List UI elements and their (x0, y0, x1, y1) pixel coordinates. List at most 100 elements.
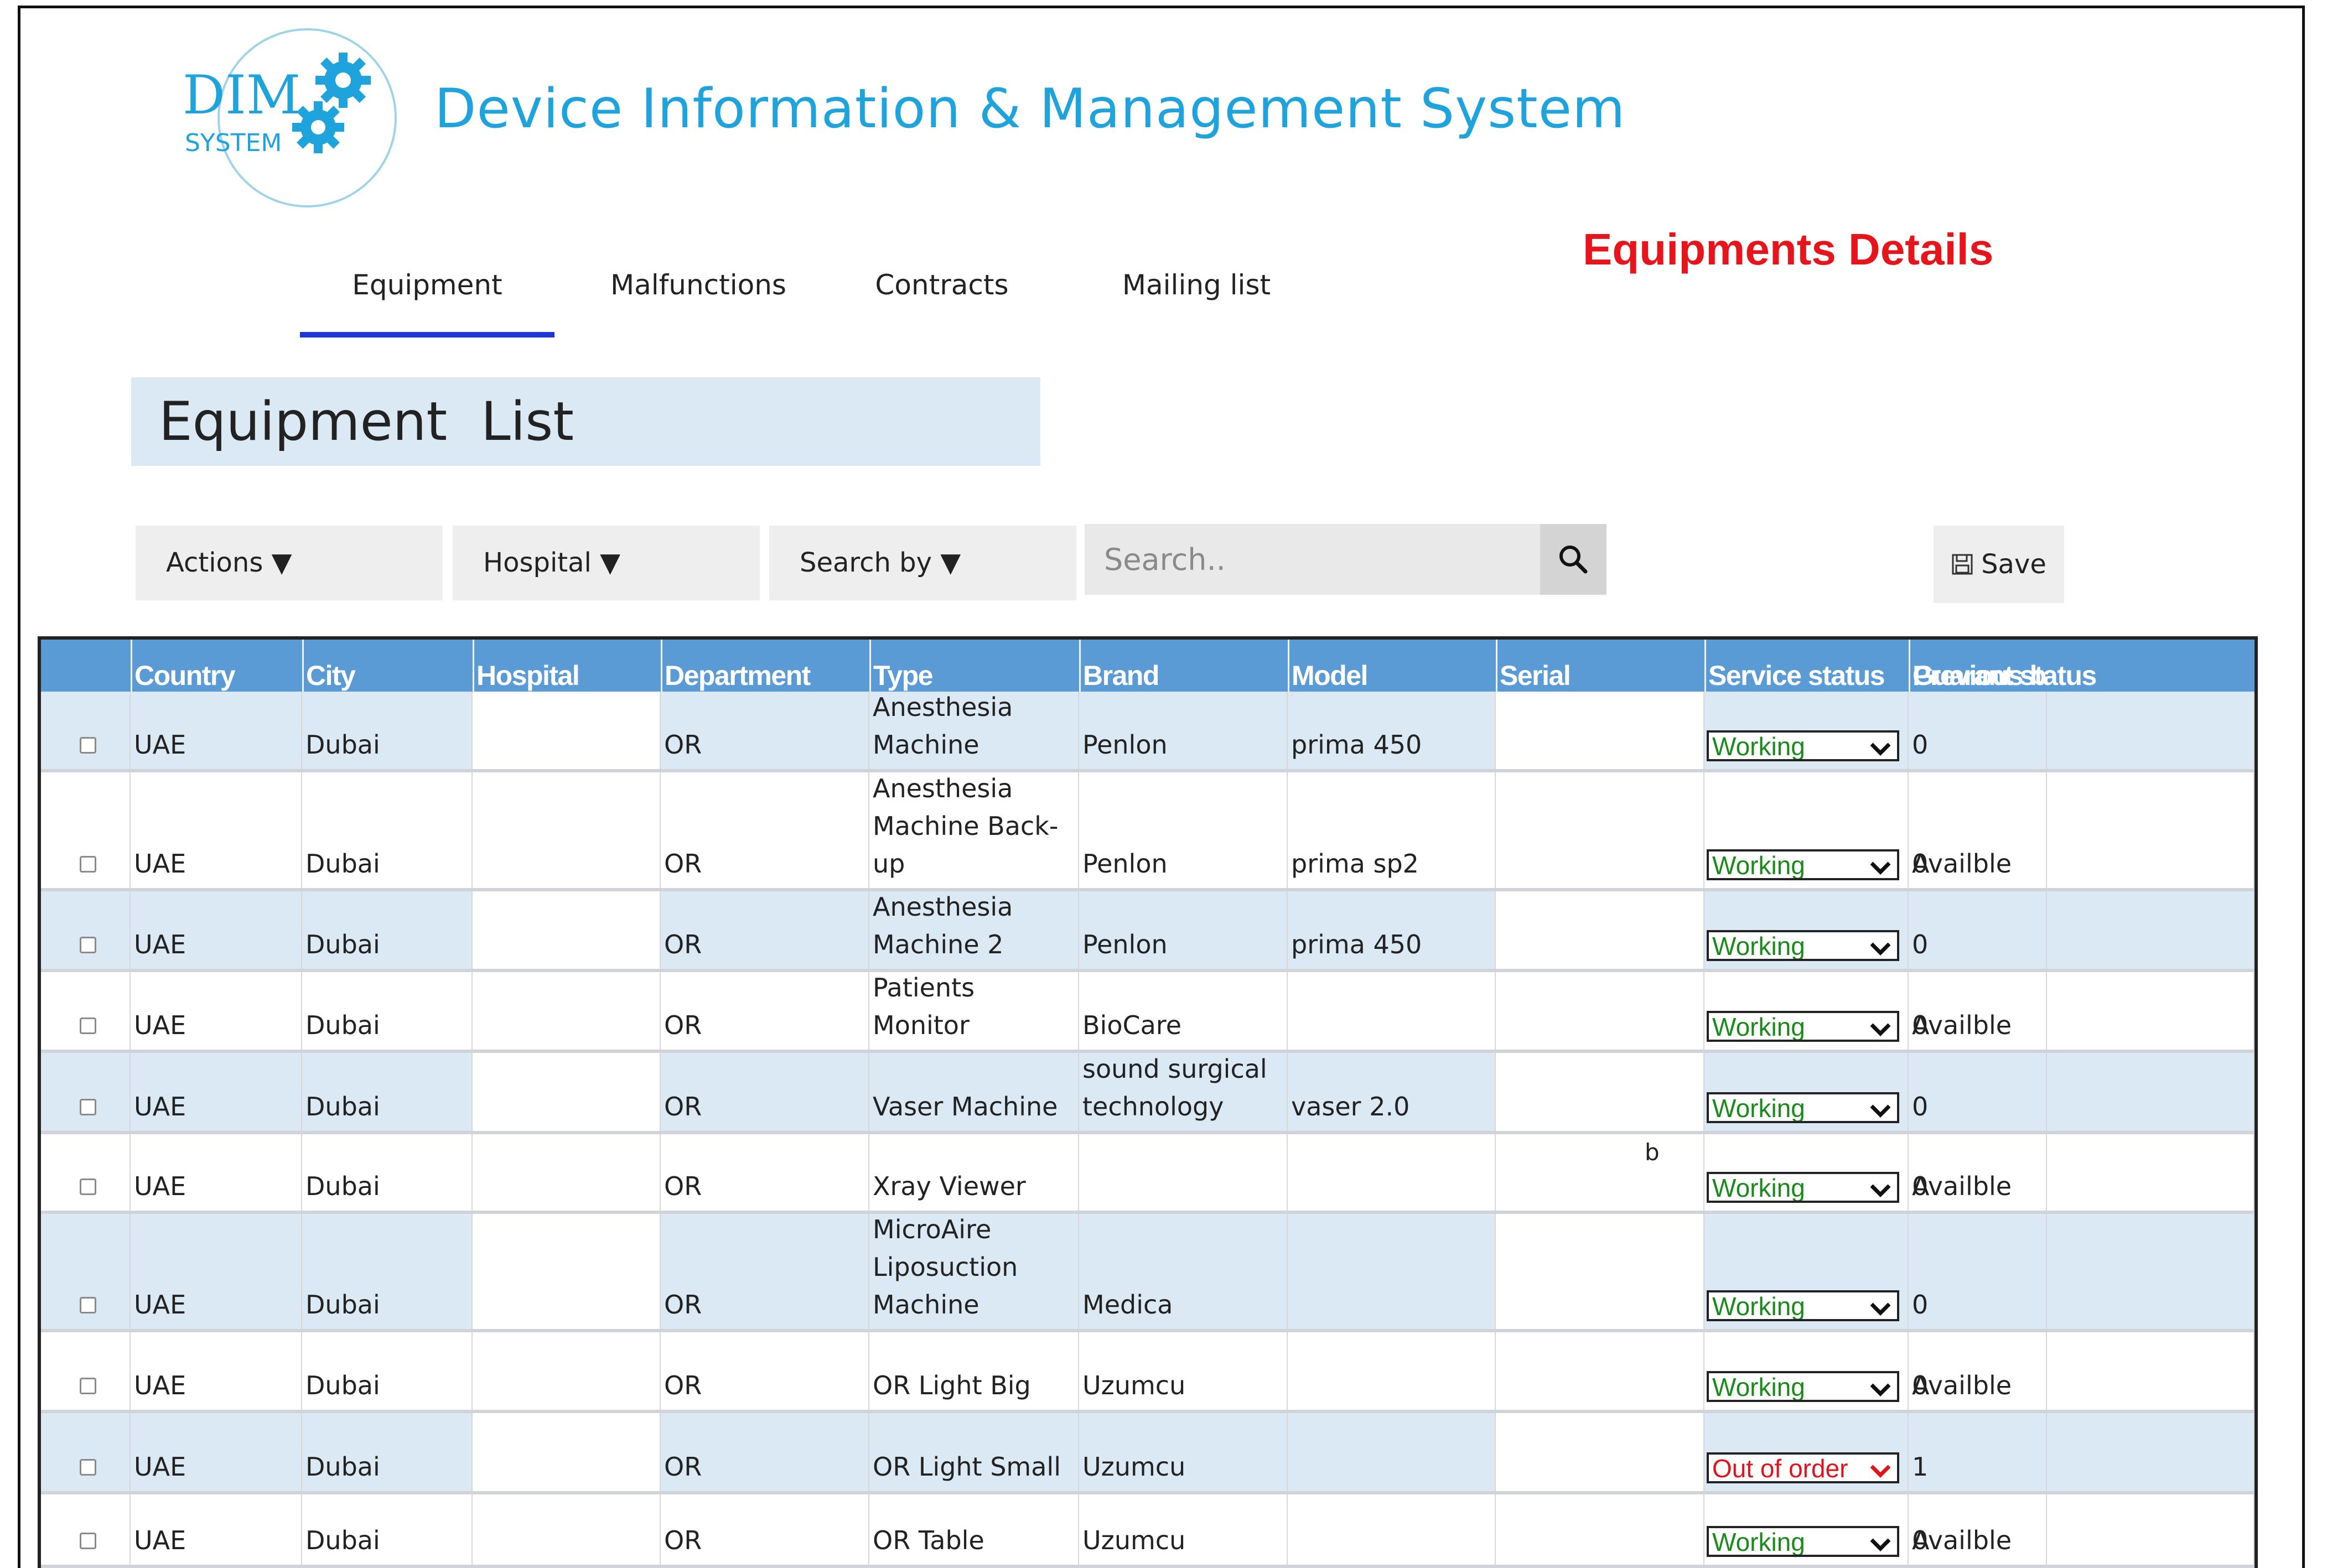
cell-hospital (473, 1332, 661, 1410)
row-checkbox[interactable] (80, 1099, 96, 1115)
select-cell (41, 972, 131, 1050)
cell-brand: BioCare (1079, 972, 1288, 1050)
equipment-table: Country City Hospital Department Type Brand Mo… (38, 636, 2258, 1568)
table-row[interactable]: UAE Dubai OR Patients Monitor BioCare Working… (41, 972, 2255, 1053)
cell-type: MicroAire Liposuction Machine (869, 1214, 1079, 1329)
table-row[interactable]: UAE Dubai OR OR Table Uzumcu Working Availble 0 (41, 1494, 2255, 1568)
service-status-select[interactable]: Working (1707, 1172, 1899, 1203)
cell-model: prima 450 (1288, 891, 1496, 969)
dim-system-logo: DIM SYSTEM (183, 25, 398, 211)
column-header-department[interactable]: Department (661, 640, 869, 692)
save-button[interactable]: Save (1934, 526, 2064, 603)
service-status-select[interactable]: Working (1707, 1092, 1899, 1123)
cell-department: OR (661, 772, 869, 888)
table-row[interactable]: UAE Dubai OR OR Light Small Uzumcu Out of ord… (41, 1413, 2255, 1494)
column-header-model[interactable]: Model (1288, 640, 1496, 692)
cell-service-status: Working (1704, 891, 1909, 969)
select-cell (41, 772, 131, 888)
table-row[interactable]: UAE Dubai OR Anesthesia Machine 2 Penlon prim… (41, 891, 2255, 972)
cell-model: prima 450 (1288, 692, 1496, 769)
brand-text: Uzumcu (1082, 1452, 1186, 1482)
select-cell (41, 1134, 131, 1211)
cell-department: OR (661, 1214, 869, 1329)
country-text: UAE (134, 1525, 186, 1555)
column-header-service-status[interactable]: Service status (1704, 640, 1909, 692)
service-status-select[interactable]: Working (1707, 1011, 1899, 1042)
column-header-previous-bugs[interactable]: Previous bugs (1909, 640, 2047, 692)
row-checkbox[interactable] (80, 1178, 96, 1195)
row-checkbox[interactable] (80, 937, 96, 953)
hospital-dropdown[interactable]: Hospital ▼ (453, 526, 760, 600)
search-by-dropdown[interactable]: Search by ▼ (769, 526, 1076, 600)
row-checkbox[interactable] (80, 737, 96, 754)
service-status-select[interactable]: Working (1707, 849, 1899, 880)
row-checkbox[interactable] (80, 1533, 96, 1549)
cell-serial (1496, 891, 1704, 969)
service-status-select[interactable]: Working (1707, 1290, 1899, 1321)
table-row[interactable]: UAE Dubai OR Vaser Machine sound surgical te… (41, 1053, 2255, 1134)
service-status-value: Working (1712, 1292, 1805, 1321)
column-header-brand[interactable]: Brand (1079, 640, 1288, 692)
logo-text-dim: DIM (183, 64, 300, 126)
column-header-country[interactable]: Country (131, 640, 302, 692)
model-text: prima sp2 (1291, 849, 1419, 879)
table-row[interactable]: UAE Dubai OR MicroAire Liposuction Machine M… (41, 1214, 2255, 1332)
cell-brand: Uzumcu (1079, 1413, 1288, 1491)
service-status-select[interactable]: Working (1707, 730, 1899, 761)
cell-country: UAE (131, 891, 302, 969)
tab-malfunctions[interactable]: Malfunctions (588, 260, 809, 338)
search-input[interactable] (1085, 524, 1540, 595)
chevron-down-icon (1868, 736, 1893, 759)
row-checkbox[interactable] (80, 856, 96, 873)
previous-bugs-text: 0 (1912, 849, 1929, 879)
service-status-value: Working (1712, 1094, 1805, 1123)
department-text: OR (664, 1010, 702, 1040)
cell-model (1288, 1134, 1496, 1211)
column-header-hospital[interactable]: Hospital (473, 640, 661, 692)
service-status-select[interactable]: Out of order (1707, 1452, 1899, 1483)
tab-contracts[interactable]: Contracts (842, 260, 1041, 338)
cell-type: Vaser Machine (869, 1053, 1079, 1131)
service-status-select[interactable]: Working (1707, 1371, 1899, 1402)
cell-type: Anesthesia Machine 2 (869, 891, 1079, 969)
cell-model: prima sp2 (1288, 772, 1496, 888)
cell-model: vaser 2.0 (1288, 1053, 1496, 1131)
cell-hospital (473, 772, 661, 888)
cell-brand: Penlon (1079, 692, 1288, 769)
model-text: prima 450 (1291, 730, 1422, 760)
cell-type: OR Light Small (869, 1413, 1079, 1491)
department-text: OR (664, 1171, 702, 1201)
service-status-select[interactable]: Working (1707, 1526, 1899, 1557)
table-row[interactable]: UAE Dubai OR OR Light Big Uzumcu Working Avail… (41, 1332, 2255, 1413)
tab-equipment[interactable]: Equipment (300, 260, 554, 338)
row-checkbox[interactable] (80, 1378, 96, 1394)
row-checkbox[interactable] (80, 1017, 96, 1034)
country-text: UAE (134, 1452, 186, 1482)
column-header-city[interactable]: City (302, 640, 473, 692)
row-checkbox[interactable] (80, 1459, 96, 1476)
cell-city: Dubai (302, 972, 473, 1050)
actions-dropdown[interactable]: Actions ▼ (136, 526, 443, 600)
chevron-down-icon (1868, 1296, 1893, 1319)
column-header-serial[interactable]: Serial (1496, 640, 1704, 692)
row-checkbox[interactable] (80, 1297, 96, 1313)
tab-mailing-list[interactable]: Mailing list (1086, 260, 1307, 338)
cell-hospital (473, 692, 661, 769)
cell-department: OR (661, 1332, 869, 1410)
table-row[interactable]: UAE Dubai OR Anesthesia Machine Back- up Pen… (41, 772, 2255, 891)
chevron-down-icon (1868, 1098, 1893, 1121)
country-text: UAE (134, 930, 186, 959)
cell-previous-bugs: 0 (1909, 972, 2047, 1050)
column-header-type[interactable]: Type (869, 640, 1079, 692)
table-row[interactable]: UAE Dubai OR Xray Viewer Working Availble 0 (41, 1134, 2255, 1214)
select-cell (41, 891, 131, 969)
search-button[interactable] (1540, 524, 1606, 595)
cell-previous-bugs: 1 (1909, 1413, 2047, 1491)
city-text: Dubai (305, 849, 380, 879)
cell-hospital (473, 891, 661, 969)
table-row[interactable]: UAE Dubai OR Anesthesia Machine Penlon prima … (41, 692, 2255, 772)
cell-service-status: Working (1704, 1332, 1909, 1410)
city-text: Dubai (305, 1171, 380, 1201)
service-status-select[interactable]: Working (1707, 930, 1899, 961)
brand-text: Penlon (1082, 849, 1168, 879)
